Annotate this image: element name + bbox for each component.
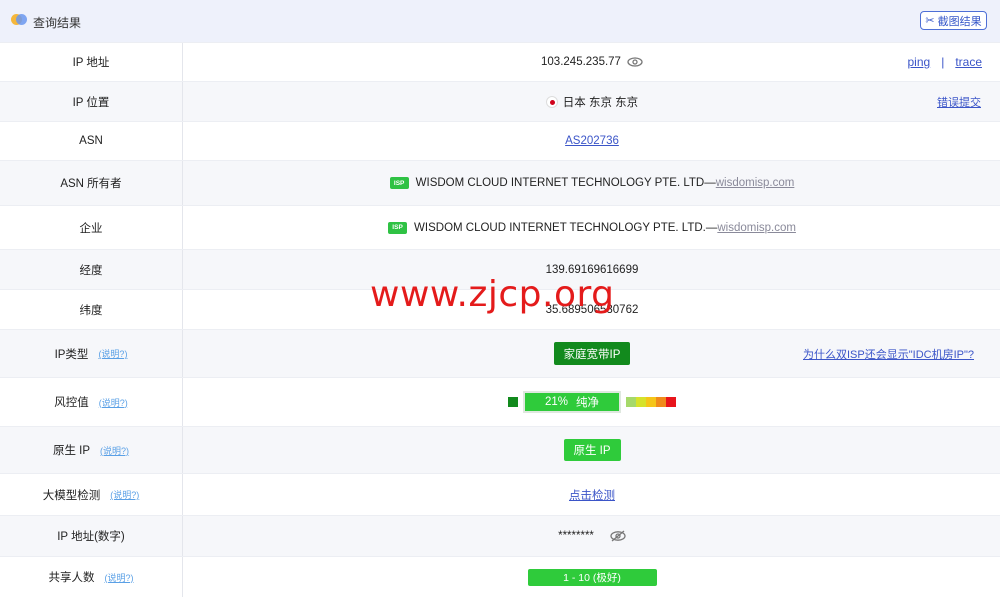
row-ip-type: IP类型 (说明?) 家庭宽带IP 为什么双ISP还会显示"IDC机房IP"? <box>0 329 1000 377</box>
label-text: 原生 IP <box>52 445 91 457</box>
row-ip-numeric: IP 地址(数字) ******** <box>0 515 1000 556</box>
label-text: 大模型检测 <box>42 489 101 502</box>
row-label: ASN <box>0 122 183 160</box>
ip-numeric-value: ******** <box>558 530 594 542</box>
row-label: 经度 <box>0 250 183 289</box>
risk-scale-segment <box>636 397 646 407</box>
ip-address-value: 103.245.235.77 <box>541 56 621 68</box>
row-label: 纬度 <box>0 290 183 329</box>
risk-color-scale <box>626 397 676 407</box>
click-detect-link[interactable]: 点击检测 <box>569 487 615 503</box>
isp-badge: ISP <box>388 221 408 234</box>
asn-link[interactable]: AS202736 <box>565 135 619 147</box>
row-ip-location: IP 位置 日本 东京 东京 错误提交 <box>0 81 1000 121</box>
trace-link[interactable]: trace <box>955 55 982 69</box>
row-value: ISP WISDOM CLOUD INTERNET TECHNOLOGY PTE… <box>184 161 1000 205</box>
isp-badge: ISP <box>389 177 409 189</box>
help-link[interactable]: (说明?) <box>99 396 128 409</box>
row-label: 原生 IP (说明?) <box>0 427 183 473</box>
row-shared-users: 共享人数 (说明?) 1 - 10 (极好) <box>0 556 1000 597</box>
row-asn: ASN AS202736 <box>0 121 1000 160</box>
risk-start-marker <box>508 397 518 407</box>
row-value: AS202736 <box>184 122 1000 160</box>
app-logo-icon <box>11 14 27 26</box>
scissors-icon: ✂ <box>925 15 935 27</box>
row-label: 大模型检测 (说明?) <box>0 474 183 515</box>
row-label: IP 地址 <box>0 43 183 81</box>
eye-icon[interactable] <box>627 57 643 67</box>
row-value: 点击检测 <box>184 474 1000 515</box>
help-link[interactable]: (说明?) <box>105 571 134 584</box>
label-text: 共享人数 <box>48 572 95 584</box>
screenshot-button-label: 截图结果 <box>937 15 982 28</box>
eye-off-icon[interactable] <box>610 530 626 542</box>
row-label: ASN 所有者 <box>0 161 183 205</box>
ping-link[interactable]: ping <box>908 55 931 69</box>
link-separator: | <box>941 55 945 69</box>
row-label: IP 地址(数字) <box>0 516 183 556</box>
risk-scale-segment <box>656 397 666 407</box>
watermark-text: www.zjcp.org <box>370 274 615 315</box>
row-company: 企业 ISP WISDOM CLOUD INTERNET TECHNOLOGY … <box>0 205 1000 249</box>
row-label: 共享人数 (说明?) <box>0 557 183 597</box>
label-text: 风控值 <box>54 397 89 409</box>
result-header: 查询结果 ✂ 截图结果 <box>0 0 1000 42</box>
risk-meter: 21% 纯净 <box>508 391 676 413</box>
row-value: ISP WISDOM CLOUD INTERNET TECHNOLOGY PTE… <box>184 206 1000 249</box>
help-link[interactable]: (说明?) <box>100 444 129 457</box>
row-label: 企业 <box>0 206 183 249</box>
header-title: 查询结果 <box>33 16 82 30</box>
row-value: 103.245.235.77 <box>184 43 1000 81</box>
row-ip-address: IP 地址 103.245.235.77 ping | trace <box>0 42 1000 81</box>
label-text: IP类型 <box>54 348 89 361</box>
row-asn-owner: ASN 所有者 ISP WISDOM CLOUD INTERNET TECHNO… <box>0 160 1000 205</box>
row-risk: 风控值 (说明?) 21% 纯净 <box>0 377 1000 426</box>
risk-score-bar: 21% 纯净 <box>523 391 621 413</box>
report-error-link[interactable]: 错误提交 <box>937 82 981 121</box>
row-label: 风控值 (说明?) <box>0 378 183 426</box>
row-value: 日本 东京 东京 <box>184 82 1000 121</box>
asn-owner-value: WISDOM CLOUD INTERNET TECHNOLOGY PTE. LT… <box>415 177 716 189</box>
risk-scale-segment <box>666 397 676 407</box>
row-label: IP类型 (说明?) <box>0 330 183 377</box>
row-value: ******** <box>184 516 1000 556</box>
asn-owner-domain-link[interactable]: wisdomisp.com <box>716 177 795 189</box>
screenshot-button[interactable]: ✂ 截图结果 <box>920 11 987 30</box>
risk-scale-segment <box>626 397 636 407</box>
ip-tools: ping | trace <box>908 43 983 81</box>
company-value: WISDOM CLOUD INTERNET TECHNOLOGY PTE. LT… <box>414 221 718 234</box>
risk-scale-segment <box>646 397 656 407</box>
company-domain-link[interactable]: wisdomisp.com <box>717 222 796 234</box>
dual-isp-note-link[interactable]: 为什么双ISP还会显示"IDC机房IP"? <box>803 330 974 377</box>
row-llm-detect: 大模型检测 (说明?) 点击检测 <box>0 473 1000 515</box>
shared-users-badge: 1 - 10 (极好) <box>527 568 657 586</box>
japan-flag-icon <box>545 95 558 108</box>
row-native-ip: 原生 IP (说明?) 原生 IP <box>0 426 1000 473</box>
location-value: 日本 东京 东京 <box>562 96 639 109</box>
row-value: 1 - 10 (极好) <box>184 557 1000 597</box>
row-value: 原生 IP <box>184 427 1000 473</box>
help-link[interactable]: (说明?) <box>110 488 139 501</box>
row-value: 21% 纯净 <box>184 378 1000 426</box>
native-ip-badge: 原生 IP <box>563 439 621 461</box>
help-link[interactable]: (说明?) <box>98 347 127 360</box>
ip-type-badge: 家庭宽带IP <box>554 342 630 365</box>
row-label: IP 位置 <box>0 82 183 121</box>
risk-percent: 21% <box>544 396 569 408</box>
risk-text: 纯净 <box>576 397 600 409</box>
